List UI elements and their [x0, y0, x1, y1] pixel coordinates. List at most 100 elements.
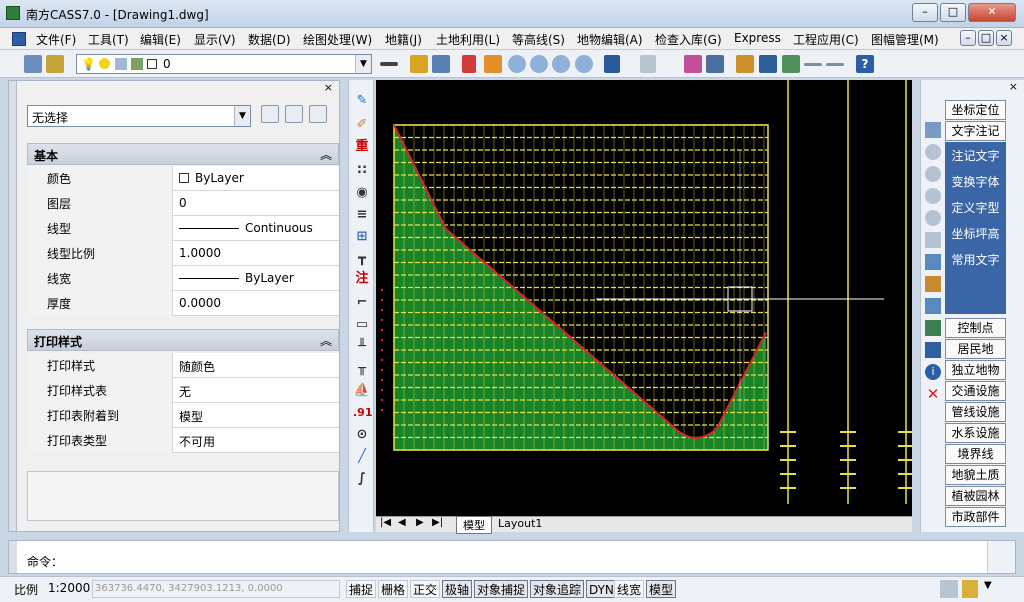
doc-minimize-button[interactable]: –	[960, 30, 976, 46]
circle-icon[interactable]: ⊙	[353, 426, 371, 444]
btn-control-point[interactable]: 控制点	[945, 318, 1006, 338]
lineweight-toggle[interactable]: 线宽	[614, 580, 645, 598]
menu-data[interactable]: 数据(D)	[248, 31, 291, 48]
camera-icon[interactable]: ◉	[353, 184, 371, 202]
prev-tab-icon[interactable]: ◀	[398, 517, 406, 528]
palette-scrollbar[interactable]	[9, 81, 17, 531]
menu-coord-elevation[interactable]: 坐标坪高	[945, 222, 1006, 246]
tab-layout1[interactable]: Layout1	[494, 517, 546, 530]
layer-combo[interactable]: 💡 0 ▼	[76, 54, 372, 74]
btn-vegetation[interactable]: 植被园林	[945, 486, 1006, 506]
command-line[interactable]: 命令：	[8, 540, 1016, 574]
zoom-in-icon[interactable]	[925, 166, 941, 182]
layer-manager-icon[interactable]	[24, 55, 42, 73]
prop-row[interactable]: 线宽 ByLayer	[27, 266, 339, 291]
palette-close-icon[interactable]: ×	[324, 81, 333, 94]
prop-row[interactable]: 打印样式 随颜色	[27, 353, 339, 378]
btn-pipeline[interactable]: 管线设施	[945, 402, 1006, 422]
elevation-point-icon[interactable]: .91	[353, 404, 373, 422]
polyline-icon[interactable]: ⌐	[353, 294, 371, 312]
snap-toggle[interactable]: 捕捉	[346, 580, 377, 598]
scale-value[interactable]: 1:2000	[48, 581, 90, 595]
ortho-toggle[interactable]: 正交	[410, 580, 441, 598]
menu-express[interactable]: Express	[734, 31, 781, 45]
menu-contour[interactable]: 等高线(S)	[512, 31, 565, 48]
dyn-toggle[interactable]: DYN	[586, 580, 617, 598]
menu-engineering[interactable]: 工程应用(C)	[793, 31, 859, 48]
dimension-icon[interactable]: ╨	[353, 338, 371, 356]
btn-municipal[interactable]: 市政部件	[945, 507, 1006, 527]
layers-icon[interactable]	[925, 122, 941, 138]
move-icon[interactable]	[759, 55, 777, 73]
btn-water[interactable]: 水系设施	[945, 423, 1006, 443]
point-style-icon[interactable]	[925, 254, 941, 270]
properties-icon[interactable]	[684, 55, 702, 73]
attribute-icon[interactable]	[925, 298, 941, 314]
chevron-down-icon[interactable]: ▼	[984, 580, 992, 591]
doc-restore-button[interactable]: □	[978, 30, 994, 46]
annotate-icon[interactable]: 注	[353, 270, 371, 288]
collapse-icon[interactable]: ︽	[320, 332, 332, 349]
menu-cadastre[interactable]: 地籍(J)	[385, 31, 422, 48]
polar-toggle[interactable]: 极轴	[442, 580, 473, 598]
chevron-down-icon[interactable]: ▼	[234, 106, 250, 126]
redo-icon[interactable]	[640, 55, 656, 73]
toggle-pickadd-icon[interactable]	[261, 105, 279, 123]
prop-row[interactable]: 图层 0	[27, 191, 339, 216]
next-tab-icon[interactable]: ▶	[416, 517, 424, 528]
edit-icon[interactable]	[484, 55, 502, 73]
zoom-window-icon[interactable]	[530, 55, 548, 73]
tray-settings-icon[interactable]	[940, 580, 958, 598]
menu-tools[interactable]: 工具(T)	[88, 31, 129, 48]
menu-define-style[interactable]: 定义字型	[945, 196, 1006, 220]
save-icon[interactable]	[432, 55, 450, 73]
first-tab-icon[interactable]: |◀	[380, 517, 391, 528]
select-objects-icon[interactable]	[285, 105, 303, 123]
btn-independent-feature[interactable]: 独立地物	[945, 360, 1006, 380]
line-icon[interactable]: ╱	[353, 448, 371, 466]
linetype-icon[interactable]	[380, 62, 398, 66]
minimize-button[interactable]: –	[912, 3, 938, 22]
prop-row[interactable]: 打印表类型 不可用	[27, 428, 339, 453]
btn-coord-locate[interactable]: 坐标定位	[945, 100, 1006, 120]
rectangle-icon[interactable]: ▭	[353, 316, 371, 334]
menu-change-font[interactable]: 变换字体	[945, 170, 1006, 194]
command-scrollbar[interactable]	[987, 541, 1015, 573]
command-grip[interactable]	[9, 541, 17, 573]
quick-select-icon[interactable]	[309, 105, 327, 123]
prop-row[interactable]: 线型比例 1.0000	[27, 241, 339, 266]
elevation-icon[interactable]: ≡	[353, 206, 371, 224]
chevron-down-icon[interactable]: ▼	[355, 55, 371, 73]
grid-toggle[interactable]: 栅格	[378, 580, 409, 598]
pencil-icon[interactable]	[462, 55, 476, 73]
btn-landform[interactable]: 地貌土质	[945, 465, 1006, 485]
info-icon[interactable]: i	[925, 364, 941, 380]
menu-sheet[interactable]: 图幅管理(M)	[871, 31, 939, 48]
section-print[interactable]: 打印样式 ︽	[27, 329, 339, 351]
menu-file[interactable]: 文件(F)	[36, 31, 76, 48]
measure-icon[interactable]: ⊞	[353, 228, 371, 246]
menu-feature-edit[interactable]: 地物编辑(A)	[577, 31, 643, 48]
open-icon[interactable]	[410, 55, 428, 73]
curve-icon[interactable]: ∫	[353, 470, 371, 488]
section-basic[interactable]: 基本 ︽	[27, 143, 339, 165]
delete-icon[interactable]: ✕	[925, 386, 941, 402]
last-tab-icon[interactable]: ▶|	[432, 517, 443, 528]
undo-icon[interactable]	[604, 55, 620, 73]
close-button[interactable]: ✕	[968, 3, 1016, 22]
grid-icon[interactable]	[706, 55, 724, 73]
drawing-canvas[interactable]	[376, 80, 912, 516]
menu-edit[interactable]: 编辑(E)	[140, 31, 181, 48]
redraw-icon[interactable]: 重	[353, 138, 371, 156]
menu-view[interactable]: 显示(V)	[194, 31, 236, 48]
btn-residential[interactable]: 居民地	[945, 339, 1006, 359]
zoom-previous-icon[interactable]	[575, 55, 593, 73]
maximize-button[interactable]: □	[940, 3, 966, 22]
doc-close-button[interactable]: ×	[996, 30, 1012, 46]
btn-boundary[interactable]: 境界线	[945, 444, 1006, 464]
hatch-icon[interactable]: ╥	[353, 360, 371, 378]
prop-row[interactable]: 厚度 0.0000	[27, 291, 339, 316]
layer-state-icon[interactable]	[46, 55, 64, 73]
query-icon[interactable]: ✎	[353, 92, 371, 110]
zoom-extents-icon[interactable]	[552, 55, 570, 73]
